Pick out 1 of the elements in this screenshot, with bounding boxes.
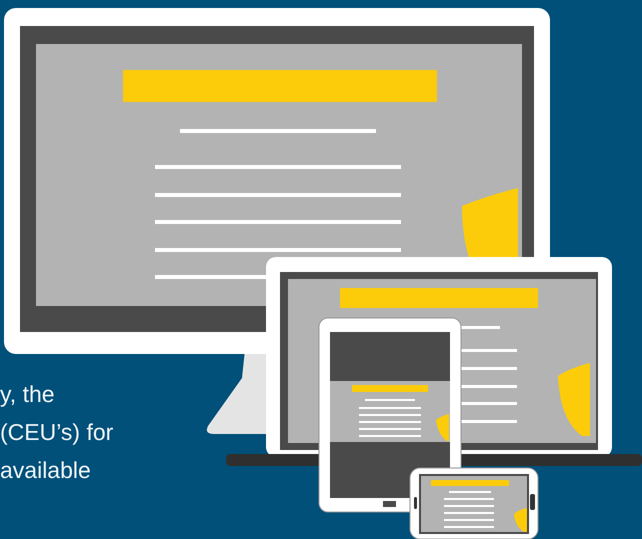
intro-text: y, the (CEU’s) for available [0, 380, 114, 485]
